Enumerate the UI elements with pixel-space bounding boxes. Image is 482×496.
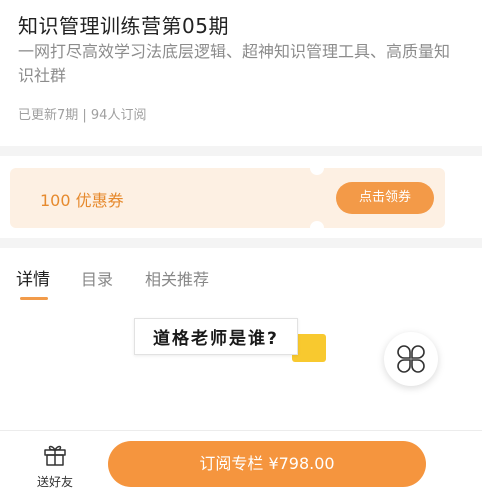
course-header: 知识管理训练营第05期 一网打尽高效学习法底层逻辑、超神知识管理工具、高质量知识… (0, 0, 482, 146)
course-description: 一网打尽高效学习法底层逻辑、超神知识管理工具、高质量知识社群 (18, 42, 451, 85)
subscribe-button[interactable]: 订阅专栏 ¥798.00 (108, 441, 426, 487)
coupon-section: 100 优惠券 点击领券 (0, 156, 482, 238)
tab-details[interactable]: 详情 (16, 265, 50, 290)
claim-coupon-button[interactable]: 点击领券 (336, 182, 434, 214)
tab-bar: 详情 目录 相关推荐 (0, 248, 482, 304)
floating-menu-button[interactable] (384, 332, 438, 386)
section-divider (0, 238, 482, 248)
coupon-notch (310, 168, 324, 175)
course-title: 知识管理训练营第05期 (18, 14, 229, 38)
gift-icon (44, 445, 66, 466)
gift-friend-button[interactable]: 送好友 (30, 441, 80, 491)
coupon-amount: 100 优惠券 (40, 191, 124, 210)
section-divider (0, 146, 482, 156)
coupon-card: 100 优惠券 点击领券 (10, 168, 445, 228)
detail-content: 道格老师是谁? (0, 304, 482, 430)
course-page: 知识管理训练营第05期 一网打尽高效学习法底层逻辑、超神知识管理工具、高质量知识… (0, 0, 482, 496)
tab-catalog[interactable]: 目录 (81, 266, 113, 290)
coupon-notch (310, 221, 324, 228)
gift-friend-label: 送好友 (36, 475, 73, 489)
bottom-action-bar: 送好友 订阅专栏 ¥798.00 (0, 430, 482, 496)
section-heading-text: 道格老师是谁? (134, 318, 298, 355)
course-meta: 已更新7期 | 94人订阅 (18, 108, 147, 123)
four-petal-menu-icon (397, 345, 425, 373)
section-heading: 道格老师是谁? (134, 318, 298, 355)
active-tab-indicator (20, 297, 48, 300)
tab-related[interactable]: 相关推荐 (145, 266, 209, 290)
